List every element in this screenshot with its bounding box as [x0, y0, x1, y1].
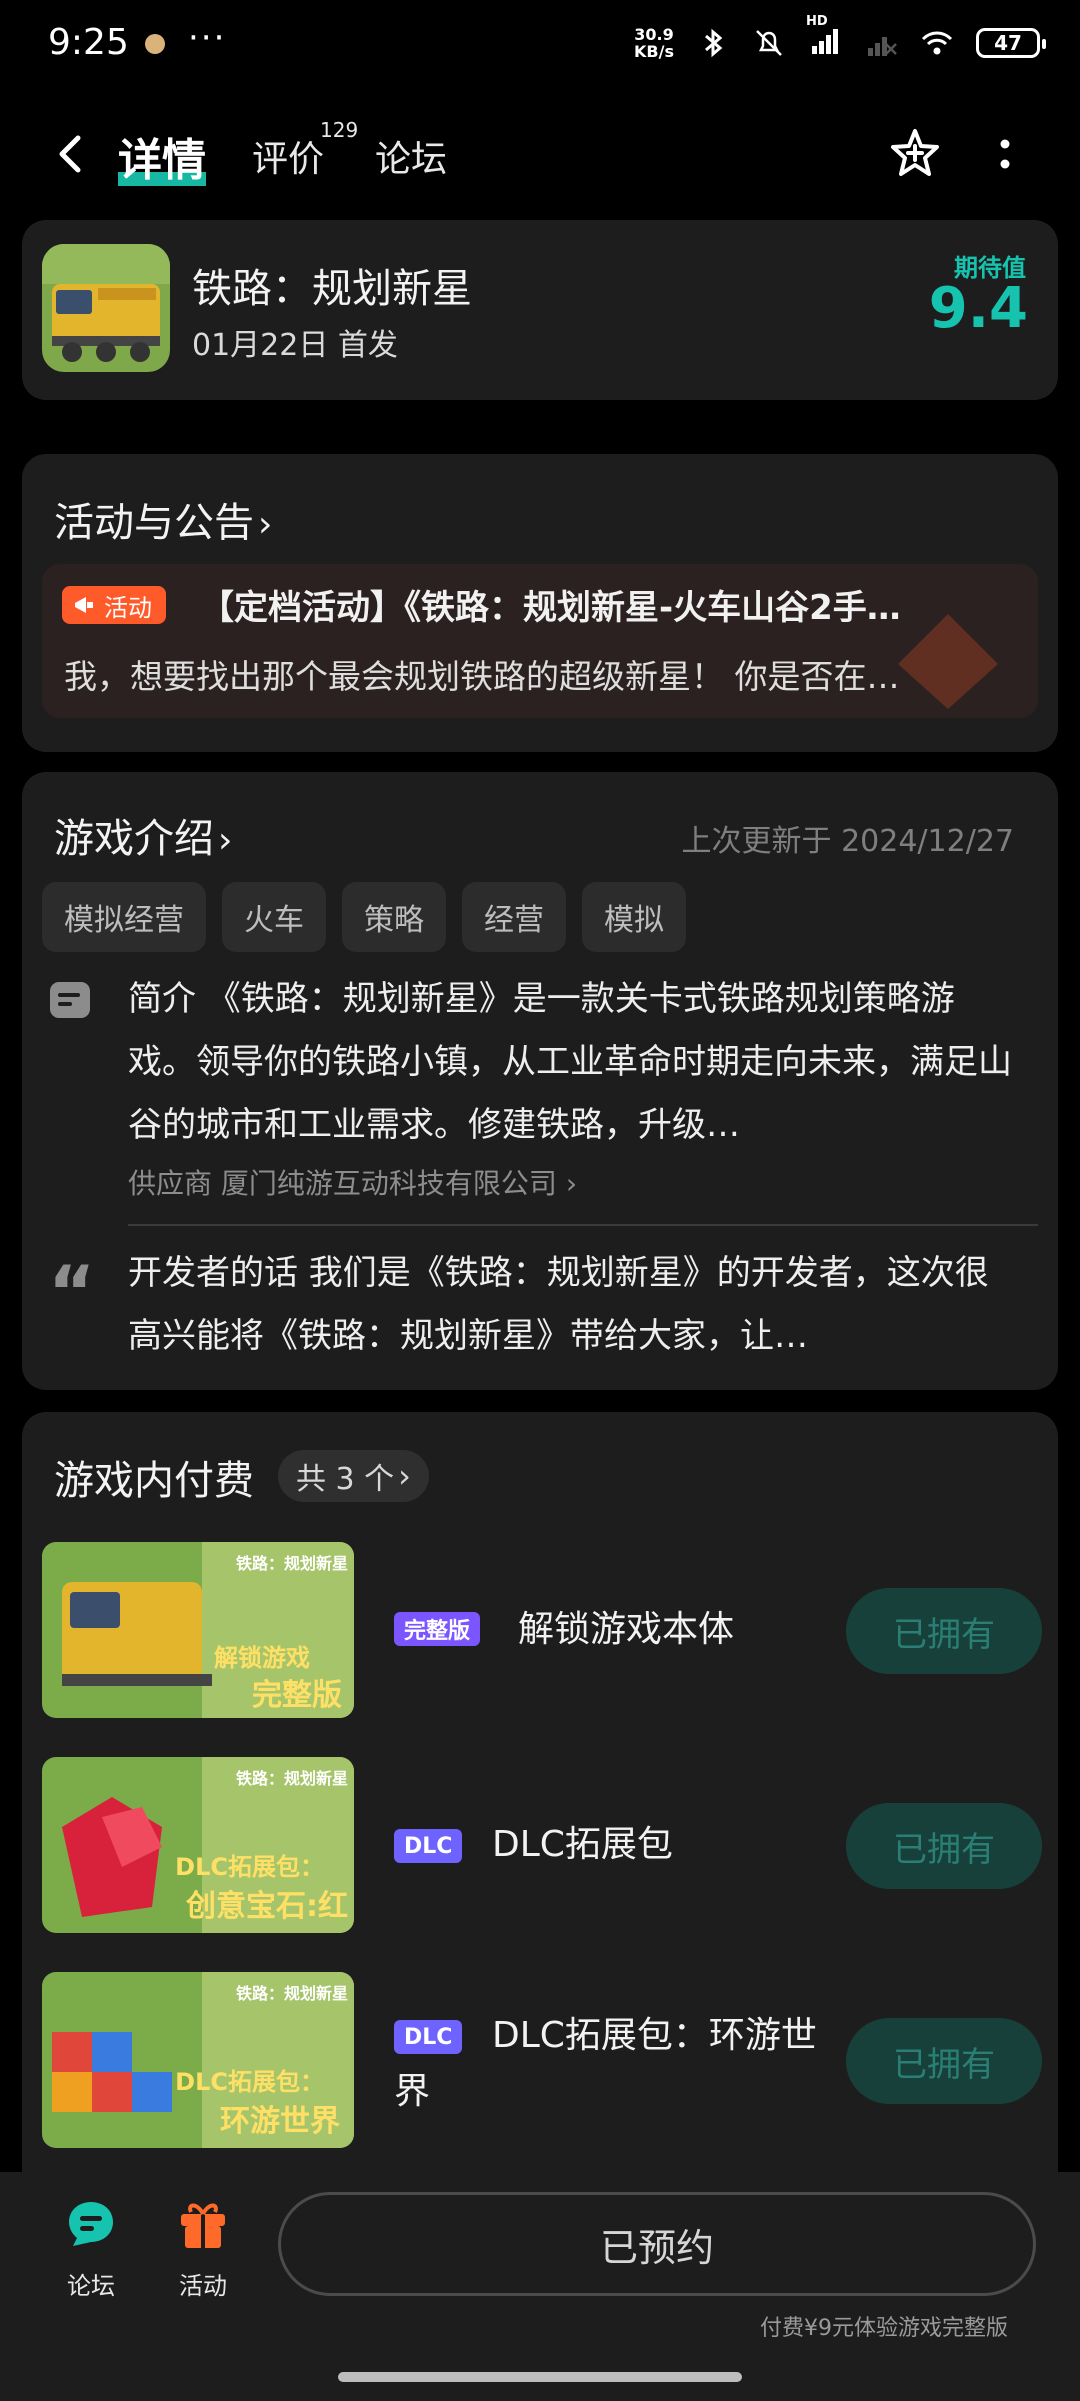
purchase-name: 解锁游戏本体	[518, 1609, 735, 1650]
purchase-name: DLC拓展包：环游世界	[394, 2015, 817, 2112]
forum-shortcut[interactable]: 论坛	[46, 2196, 136, 2301]
owned-button[interactable]: 已拥有	[846, 1588, 1042, 1674]
more-notifications-icon: ···	[188, 18, 227, 58]
owned-button[interactable]: 已拥有	[846, 2018, 1042, 2104]
developer-words[interactable]: 开发者的话 我们是《铁路：规划新星》的开发者，这次很高兴能将《铁路：规划新星》带…	[128, 1242, 1018, 1368]
notification-emoji-icon	[145, 34, 165, 54]
release-date: 01月22日 首发	[192, 328, 398, 363]
tag[interactable]: 模拟	[582, 882, 686, 952]
tab-forum[interactable]: 论坛	[375, 130, 447, 182]
battery-indicator: 47	[976, 28, 1046, 58]
last-updated: 上次更新于 2024/12/27	[681, 824, 1014, 859]
tag[interactable]: 火车	[222, 882, 326, 952]
quote-icon: “	[48, 1250, 96, 1334]
status-time: 9:25	[48, 22, 129, 63]
purchase-item[interactable]: 铁路：规划新星 DLC拓展包： 环游世界 DLC DLC拓展包：环游世界 已拥有	[42, 1972, 1042, 2148]
game-icon	[42, 244, 170, 372]
purchases-count-button[interactable]: 共 3 个 ›	[278, 1450, 429, 1502]
home-indicator[interactable]	[338, 2372, 742, 2382]
expectation-score: 9.4	[928, 276, 1028, 341]
more-options-icon[interactable]	[995, 130, 1015, 180]
chevron-right-icon: ›	[398, 1457, 411, 1495]
in-game-purchases-card: 游戏内付费 共 3 个 › 铁路：规划新星 解锁游戏 完整版 完整版 解锁游戏本体…	[22, 1412, 1058, 2172]
network-speed: 30.9 KB/s	[634, 25, 674, 61]
intro-section-header[interactable]: 游戏介绍 ›	[54, 806, 232, 864]
game-header-card[interactable]: 铁路：规划新星 01月22日 首发 期待值 9.4	[22, 220, 1058, 400]
trial-note: 付费¥9元体验游戏完整版	[760, 2316, 1008, 2341]
wifi-icon	[921, 31, 953, 55]
tag[interactable]: 模拟经营	[42, 882, 206, 952]
tab-details[interactable]: 详情	[118, 124, 206, 188]
activity-section-header[interactable]: 活动与公告 ›	[54, 490, 272, 548]
chevron-right-icon: ›	[218, 820, 233, 861]
favorite-star-icon[interactable]	[887, 126, 943, 182]
megaphone-icon	[75, 597, 93, 613]
gift-icon	[181, 2203, 225, 2248]
top-nav: 详情 评价 129 论坛	[0, 110, 1080, 200]
purchases-section-title: 游戏内付费	[54, 1458, 254, 1504]
reviews-count-badge: 129	[320, 118, 359, 142]
full-version-badge: 完整版	[394, 1612, 481, 1646]
bluetooth-icon	[705, 28, 723, 58]
cell-signal-2-icon	[868, 37, 897, 56]
activity-announcement[interactable]: 活动 【定档活动】《铁路：规划新星-火车山谷2手… 我，想要找出那个最会规划铁路…	[42, 564, 1038, 718]
activity-badge: 活动	[62, 586, 166, 624]
description-icon	[50, 982, 90, 1018]
supplier-link[interactable]: 供应商 厦门纯游互动科技有限公司 ›	[128, 1162, 577, 1202]
activity-body: 我，想要找出那个最会规划铁路的超级新星！ 你是否在…	[64, 657, 900, 696]
tag[interactable]: 经营	[462, 882, 566, 952]
purchase-thumbnail: 铁路：规划新星 解锁游戏 完整版	[42, 1542, 354, 1718]
reserved-button[interactable]: 已预约	[278, 2192, 1036, 2296]
purchase-item[interactable]: 铁路：规划新星 DLC拓展包： 创意宝石:红 DLC DLC拓展包 已拥有	[42, 1757, 1042, 1933]
game-title: 铁路：规划新星	[192, 266, 472, 312]
purchase-item[interactable]: 铁路：规划新星 解锁游戏 完整版 完整版 解锁游戏本体 已拥有	[42, 1542, 1042, 1718]
activity-shortcut[interactable]: 活动	[158, 2196, 248, 2301]
mute-icon	[756, 30, 782, 56]
owned-button[interactable]: 已拥有	[846, 1803, 1042, 1889]
chevron-right-icon: ›	[565, 1167, 578, 1200]
activity-headline: 【定档活动】《铁路：规划新星-火车山谷2手…	[200, 588, 901, 628]
back-arrow-icon[interactable]	[50, 132, 90, 176]
status-bar: 9:25 ··· 30.9 KB/s HD 47	[0, 0, 1080, 92]
tag-list: 模拟经营 火车 策略 经营 模拟	[42, 882, 686, 952]
purchase-thumbnail: 铁路：规划新星 DLC拓展包： 环游世界	[42, 1972, 354, 2148]
activity-card: 活动与公告 › 活动 【定档活动】《铁路：规划新星-火车山谷2手… 我，想要找出那…	[22, 454, 1058, 752]
game-description[interactable]: 简介 《铁路：规划新星》是一款关卡式铁路规划策略游戏。领导你的铁路小镇，从工业革…	[128, 968, 1018, 1157]
purchase-name: DLC拓展包	[492, 1824, 673, 1865]
dlc-badge: DLC	[394, 1829, 463, 1863]
bottom-action-bar: 论坛 活动 已预约 付费¥9元体验游戏完整版	[0, 2172, 1080, 2401]
divider	[128, 1224, 1038, 1226]
purchase-thumbnail: 铁路：规划新星 DLC拓展包： 创意宝石:红	[42, 1757, 354, 1933]
tab-reviews[interactable]: 评价	[252, 130, 324, 182]
cell-signal-icon: HD	[806, 14, 842, 62]
chevron-right-icon: ›	[258, 504, 273, 545]
chat-bubble-icon	[69, 2202, 113, 2246]
game-intro-card: 游戏介绍 › 上次更新于 2024/12/27 模拟经营 火车 策略 经营 模拟 …	[22, 772, 1058, 1390]
tag[interactable]: 策略	[342, 882, 446, 952]
